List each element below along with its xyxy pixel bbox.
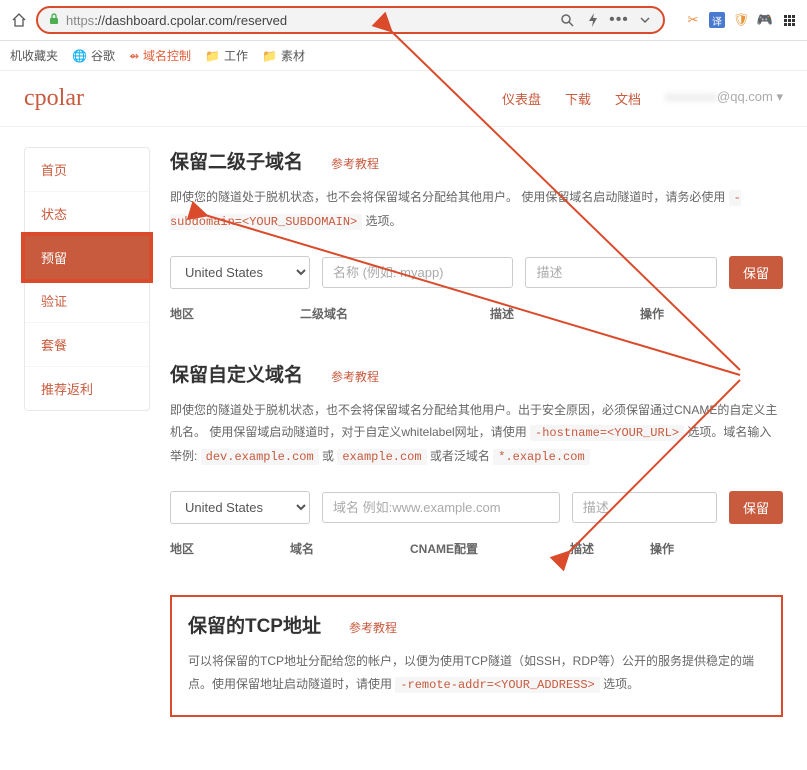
globe-icon: 🌐 bbox=[72, 49, 87, 63]
domain-input[interactable] bbox=[322, 492, 560, 523]
section-title: 保留的TCP地址 bbox=[188, 611, 321, 638]
shield-icon[interactable]: 🛡 bbox=[733, 12, 749, 28]
more-icon[interactable]: ••• bbox=[611, 12, 627, 28]
sidebar-item-verify[interactable]: 验证 bbox=[25, 279, 149, 323]
url-actions: ••• bbox=[559, 12, 653, 28]
form-row: United States 保留 bbox=[170, 256, 783, 289]
sidebar-item-referral[interactable]: 推荐返利 bbox=[25, 367, 149, 410]
name-input[interactable] bbox=[322, 257, 514, 288]
header-nav: 仪表盘 下载 文档 xxxxxxxx@qq.com ▾ bbox=[502, 89, 783, 108]
sidebar-item-reserved[interactable]: 预留 bbox=[23, 234, 151, 281]
section-title: 保留二级子域名 bbox=[170, 147, 303, 174]
chevron-down-icon[interactable] bbox=[637, 12, 653, 28]
col-desc: 描述 bbox=[490, 305, 620, 322]
col-domain: 域名 bbox=[290, 540, 410, 557]
bookmark-domain[interactable]: ⇴域名控制 bbox=[129, 47, 191, 64]
sidebar-item-status[interactable]: 状态 bbox=[25, 192, 149, 236]
translate-icon[interactable]: 译 bbox=[709, 12, 725, 28]
lock-icon bbox=[48, 13, 60, 28]
reserve-button[interactable]: 保留 bbox=[729, 491, 783, 524]
game-icon[interactable]: 🎮 bbox=[757, 12, 773, 28]
url-text: https://dashboard.cpolar.com/reserved bbox=[66, 13, 545, 28]
section-subdomain: 保留二级子域名 参考教程 即使您的隧道处于脱机状态，也不会将保留域名分配给其他用… bbox=[170, 147, 783, 322]
content: 保留二级子域名 参考教程 即使您的隧道处于脱机状态，也不会将保留域名分配给其他用… bbox=[170, 147, 783, 755]
link-icon: ⇴ bbox=[129, 49, 139, 63]
home-icon[interactable] bbox=[10, 11, 28, 29]
section-desc: 即使您的隧道处于脱机状态，也不会将保留域名分配给其他用户。 使用保留域名启动隧道… bbox=[170, 186, 783, 234]
col-action: 操作 bbox=[620, 305, 783, 322]
region-select[interactable]: United States bbox=[170, 491, 310, 524]
apps-icon[interactable] bbox=[781, 12, 797, 28]
tutorial-link[interactable]: 参考教程 bbox=[349, 619, 397, 636]
tutorial-link[interactable]: 参考教程 bbox=[331, 155, 379, 172]
bookmarks-bar: 机收藏夹 🌐谷歌 ⇴域名控制 📁工作 📁素材 bbox=[0, 41, 807, 71]
table-header: 地区 二级域名 描述 操作 bbox=[170, 305, 783, 322]
col-region: 地区 bbox=[170, 540, 290, 557]
main: 首页 状态 预留 验证 套餐 推荐返利 保留二级子域名 参考教程 即使您的隧道处… bbox=[0, 127, 807, 770]
bookmark-material[interactable]: 📁素材 bbox=[262, 47, 305, 64]
section-desc: 即使您的隧道处于脱机状态，也不会将保留域名分配给其他用户。出于安全原因，必须保留… bbox=[170, 399, 783, 469]
section-title: 保留自定义域名 bbox=[170, 360, 303, 387]
account-menu[interactable]: xxxxxxxx@qq.com ▾ bbox=[665, 89, 783, 108]
region-select[interactable]: United States bbox=[170, 256, 310, 289]
bookmark-favorites[interactable]: 机收藏夹 bbox=[10, 47, 58, 64]
folder-icon: 📁 bbox=[205, 49, 220, 63]
nav-download[interactable]: 下载 bbox=[565, 89, 591, 108]
form-row: United States 保留 bbox=[170, 491, 783, 524]
bookmark-google[interactable]: 🌐谷歌 bbox=[72, 47, 115, 64]
site-header: cpolar 仪表盘 下载 文档 xxxxxxxx@qq.com ▾ bbox=[0, 71, 807, 127]
lightning-icon[interactable] bbox=[585, 12, 601, 28]
bookmark-work[interactable]: 📁工作 bbox=[205, 47, 248, 64]
scissors-icon[interactable]: ✂ bbox=[685, 12, 701, 28]
url-bar[interactable]: https://dashboard.cpolar.com/reserved ••… bbox=[36, 6, 665, 34]
sidebar: 首页 状态 预留 验证 套餐 推荐返利 bbox=[24, 147, 150, 411]
nav-docs[interactable]: 文档 bbox=[615, 89, 641, 108]
section-custom-domain: 保留自定义域名 参考教程 即使您的隧道处于脱机状态，也不会将保留域名分配给其他用… bbox=[170, 360, 783, 557]
nav-dashboard[interactable]: 仪表盘 bbox=[502, 89, 541, 108]
col-desc: 描述 bbox=[570, 540, 650, 557]
browser-toolbar: https://dashboard.cpolar.com/reserved ••… bbox=[0, 0, 807, 41]
folder-icon: 📁 bbox=[262, 49, 277, 63]
section-tcp: 保留的TCP地址 参考教程 可以将保留的TCP地址分配给您的帐户，以便为使用TC… bbox=[170, 595, 783, 717]
col-subdomain: 二级域名 bbox=[300, 305, 490, 322]
col-action: 操作 bbox=[650, 540, 783, 557]
extensions: ✂ 译 🛡 🎮 bbox=[685, 12, 797, 28]
search-icon[interactable] bbox=[559, 12, 575, 28]
reserve-button[interactable]: 保留 bbox=[729, 256, 783, 289]
sidebar-item-home[interactable]: 首页 bbox=[25, 148, 149, 192]
logo[interactable]: cpolar bbox=[24, 85, 84, 112]
section-desc: 可以将保留的TCP地址分配给您的帐户，以便为使用TCP隧道（如SSH，RDP等）… bbox=[188, 650, 765, 697]
tutorial-link[interactable]: 参考教程 bbox=[331, 368, 379, 385]
desc-input[interactable] bbox=[572, 492, 717, 523]
sidebar-item-plan[interactable]: 套餐 bbox=[25, 323, 149, 367]
col-region: 地区 bbox=[170, 305, 300, 322]
table-header: 地区 域名 CNAME配置 描述 操作 bbox=[170, 540, 783, 557]
desc-input[interactable] bbox=[525, 257, 717, 288]
col-cname: CNAME配置 bbox=[410, 540, 570, 557]
